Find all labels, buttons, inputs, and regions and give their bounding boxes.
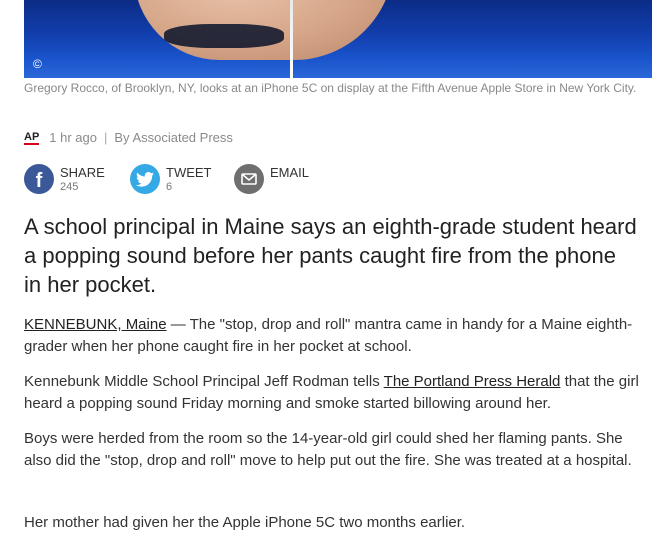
article-paragraph-2: Kennebunk Middle School Principal Jeff R… xyxy=(24,371,642,415)
article-photo: © xyxy=(24,0,652,78)
email-icon[interactable] xyxy=(234,164,264,194)
article-lede: A school principal in Maine says an eigh… xyxy=(24,214,637,297)
copyright-icon: © xyxy=(33,57,42,71)
facebook-share-count: 245 xyxy=(60,181,79,193)
twitter-share-button[interactable]: TWEET 6 xyxy=(130,164,212,194)
facebook-share-label: SHARE xyxy=(60,165,105,180)
photo-cable xyxy=(290,0,293,78)
email-share-label: EMAIL xyxy=(270,165,310,180)
portland-press-herald-link[interactable]: The Portland Press Herald xyxy=(384,373,561,390)
twitter-share-count: 6 xyxy=(166,181,173,193)
photo-shadow xyxy=(164,24,284,48)
email-share-button[interactable]: EMAIL xyxy=(234,164,309,194)
paragraph-2-before: Kennebunk Middle School Principal Jeff R… xyxy=(24,373,384,390)
facebook-share-button[interactable]: f SHARE 245 xyxy=(24,164,105,194)
timestamp: 1 hr ago xyxy=(49,129,97,145)
article-meta: AP 1 hr ago | By Associated Press xyxy=(24,128,233,146)
photo-caption: Gregory Rocco, of Brooklyn, NY, looks at… xyxy=(24,81,637,95)
byline: By Associated Press xyxy=(114,129,233,145)
twitter-icon[interactable] xyxy=(130,164,160,194)
ap-logo-icon: AP xyxy=(24,131,40,145)
twitter-share-label: TWEET xyxy=(166,165,212,180)
article-paragraph-3: Boys were herded from the room so the 14… xyxy=(24,430,632,469)
meta-separator: | xyxy=(103,129,108,145)
dateline-link[interactable]: KENNEBUNK, Maine xyxy=(24,316,167,333)
article-paragraph-4: Her mother had given her the Apple iPhon… xyxy=(24,514,466,531)
facebook-icon[interactable]: f xyxy=(24,164,54,194)
article-paragraph-1: KENNEBUNK, Maine — The "stop, drop and r… xyxy=(24,314,642,358)
